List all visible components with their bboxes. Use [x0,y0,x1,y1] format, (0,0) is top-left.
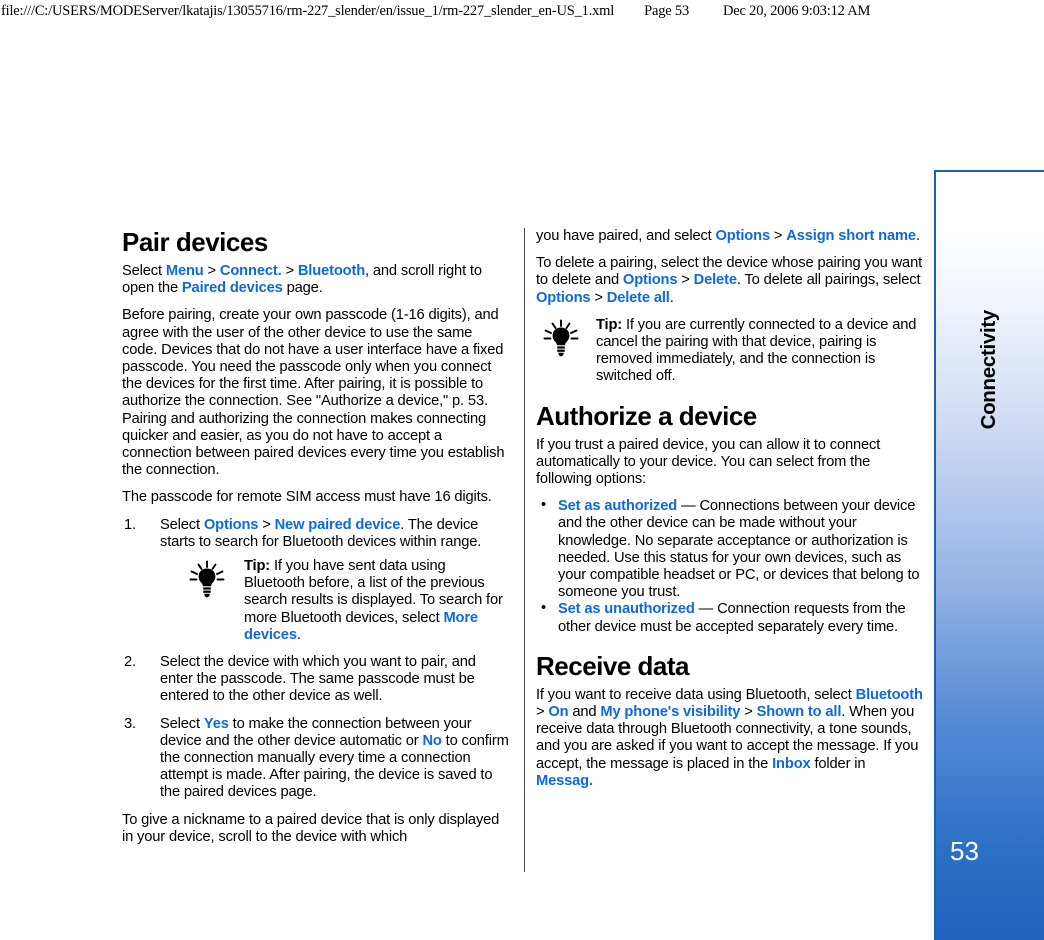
text-run: page. [282,280,323,297]
text-run: If you are currently connected to a devi… [596,316,917,385]
link-bluetooth[interactable]: Bluetooth [298,263,365,279]
list-item-step-2: 2. Select the device with which you want … [122,654,510,706]
link-new-paired-device[interactable]: New paired device [275,517,401,533]
separator: > [769,228,787,244]
page-number: 53 [950,836,979,866]
link-inbox[interactable]: Inbox [772,756,811,772]
column-divider [524,228,525,872]
lightbulb-icon [186,560,228,600]
paragraph-continued-nickname: you have paired, and select Options > As… [536,228,924,245]
separator: > [281,263,298,279]
link-options[interactable]: Options [623,272,678,288]
paragraph-select-path: Select Menu > Connect. > Bluetooth, and … [122,263,510,297]
link-on[interactable]: On [548,704,568,720]
link-yes[interactable]: Yes [204,716,229,732]
separator: > [203,263,220,279]
pairing-steps-list: 1. Select Options > New paired device. Th… [122,517,510,802]
link-shown-to-all[interactable]: Shown to all [757,704,842,720]
paragraph-authorize-intro: If you trust a paired device, you can al… [536,436,881,488]
page-title: Pair devices [122,227,268,257]
link-assign-short-name[interactable]: Assign short name [786,228,916,244]
authorize-options-list: • Set as authorized — Connections between… [536,497,924,636]
link-messag[interactable]: Messag. [536,773,593,789]
text-run: . [296,626,301,643]
link-connect[interactable]: Connect. [220,263,282,279]
text-run: folder in [810,755,866,772]
list-item-step-3: 3. Select Yes to make the connection betw… [122,716,510,802]
lightbulb-icon [540,319,582,359]
tip-label: Tip: [244,558,271,575]
link-options[interactable]: Options [536,290,591,306]
text-run: Select [160,516,204,533]
left-text-column: Pair devices Select Menu > Connect. > Bl… [122,228,510,856]
tip-label: Tip: [596,316,623,333]
link-menu[interactable]: Menu [166,263,204,279]
link-my-phones-visibility[interactable]: My phone's visibility [600,704,740,720]
section-title-authorize-a-device: Authorize a device [536,400,757,431]
link-bluetooth[interactable]: Bluetooth [856,687,923,703]
link-delete-all[interactable]: Delete all [607,290,670,306]
bullet-dot: • [541,600,546,617]
paragraph-before-pairing: Before pairing, create your own passcode… [122,307,505,479]
separator: > [590,289,607,306]
step-number: 1. [124,516,136,533]
list-item-set-as-unauthorized: • Set as unauthorized — Connection reques… [536,600,924,635]
paragraph-remote-sim: The passcode for remote SIM access must … [122,489,492,506]
text-run: . [915,228,920,244]
document-page: Pair devices Select Menu > Connect. > Bl… [0,0,1044,940]
link-paired-devices[interactable]: Paired devices [182,280,283,296]
separator: > [677,272,694,289]
link-options[interactable]: Options [716,228,771,244]
text-run: If you want to receive data using Blueto… [536,686,856,703]
text-run: Select [160,715,204,732]
paragraph-delete-pairing: To delete a pairing, select the device w… [536,255,924,307]
link-set-as-unauthorized[interactable]: Set as unauthorized [558,601,695,617]
text-run: . [669,289,674,306]
separator: > [536,704,549,721]
link-no[interactable]: No [422,733,441,749]
paragraph-nickname: To give a nickname to a paired device th… [122,811,500,845]
section-title-receive-data: Receive data [536,650,689,681]
tip-callout-2: Tip: If you are currently connected to a… [536,317,924,386]
bullet-dot: • [541,497,546,514]
text-run: Select the device with which you want to… [160,654,476,705]
text-run: you have paired, and select [536,228,716,244]
list-item-step-1: 1. Select Options > New paired device. Th… [122,517,510,644]
link-delete[interactable]: Delete [694,272,737,288]
text-run: Select [122,263,166,279]
list-item-set-as-authorized: • Set as authorized — Connections between… [536,497,924,601]
link-options[interactable]: Options [204,517,259,533]
text-run: and [568,704,601,721]
separator: > [740,704,757,721]
step-number: 2. [124,654,136,671]
step-number: 3. [124,715,136,732]
chapter-side-tab [934,170,1044,940]
link-set-as-authorized[interactable]: Set as authorized [558,498,677,514]
tip-callout-1: Tip: If you have sent data using Bluetoo… [160,558,510,644]
paragraph-receive-data: If you want to receive data using Blueto… [536,687,924,790]
right-text-column: you have paired, and select Options > As… [536,228,924,800]
text-run: . To delete all pairings, select [736,272,921,289]
separator: > [258,516,275,533]
